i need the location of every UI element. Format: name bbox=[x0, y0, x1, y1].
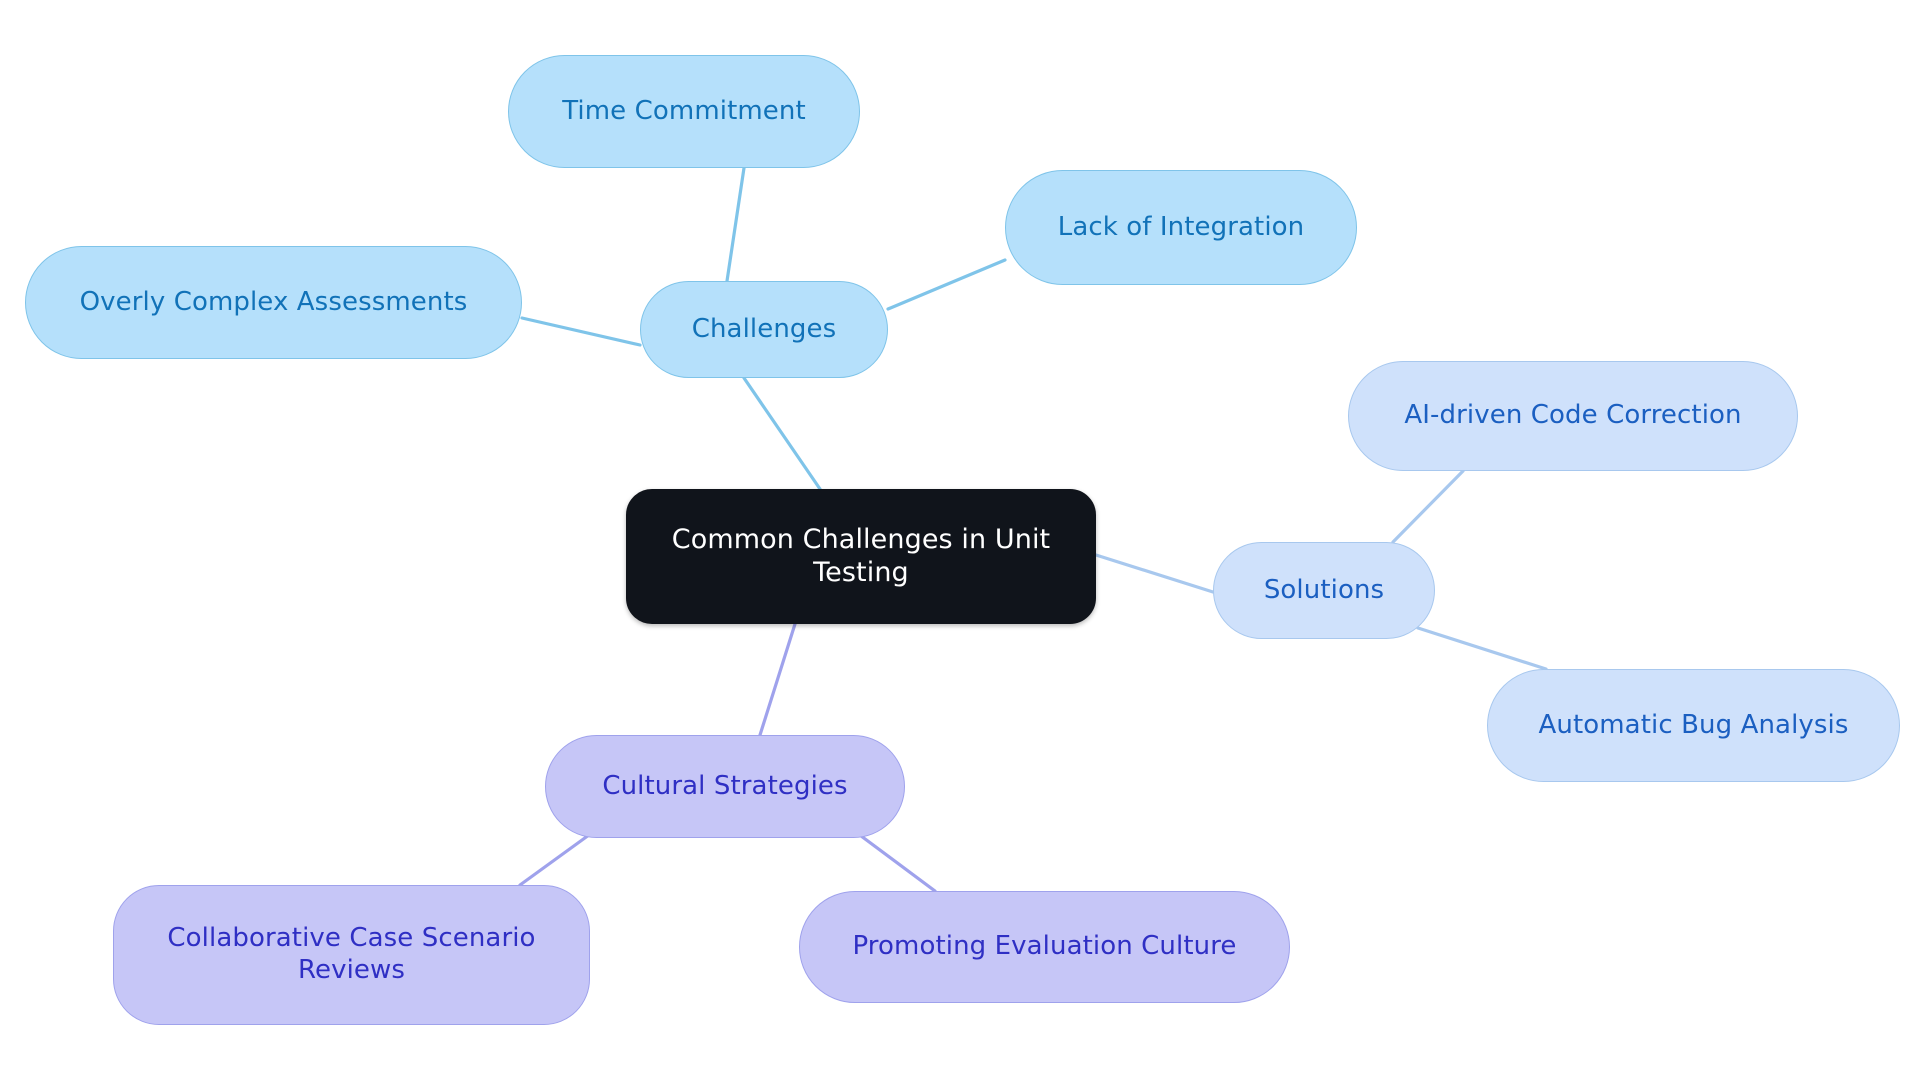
connector-challenges-time-commitment bbox=[725, 166, 746, 283]
node-ai-driven-code-correction[interactable]: AI-driven Code Correction bbox=[1348, 361, 1798, 471]
connector-challenges-lack-of-integration bbox=[886, 258, 1007, 311]
node-label: Promoting Evaluation Culture bbox=[852, 931, 1237, 962]
node-label: Lack of Integration bbox=[1057, 211, 1305, 242]
connector-root-challenges bbox=[742, 376, 822, 491]
node-promoting-evaluation-culture[interactable]: Promoting Evaluation Culture bbox=[799, 891, 1290, 1003]
node-label: Common Challenges in Unit Testing bbox=[671, 523, 1051, 588]
node-challenges[interactable]: Challenges bbox=[640, 281, 888, 378]
node-label: Automatic Bug Analysis bbox=[1538, 709, 1849, 740]
node-label: Solutions bbox=[1263, 574, 1385, 605]
connector-root-cultural-strategies bbox=[758, 622, 797, 737]
mindmap-canvas: Time Commitment Lack of Integration Over… bbox=[0, 0, 1920, 1083]
node-collaborative-case-scenario-reviews[interactable]: Collaborative Case Scenario Reviews bbox=[113, 885, 590, 1025]
node-overly-complex-assessments[interactable]: Overly Complex Assessments bbox=[25, 246, 522, 359]
connector-solutions-automatic-bug-analysis bbox=[1416, 626, 1548, 671]
node-label: Overly Complex Assessments bbox=[79, 286, 468, 317]
node-lack-of-integration[interactable]: Lack of Integration bbox=[1005, 170, 1357, 285]
node-solutions[interactable]: Solutions bbox=[1213, 542, 1435, 639]
node-automatic-bug-analysis[interactable]: Automatic Bug Analysis bbox=[1487, 669, 1900, 782]
node-root-common-challenges-in-unit-testing[interactable]: Common Challenges in Unit Testing bbox=[626, 489, 1096, 624]
node-label: Collaborative Case Scenario Reviews bbox=[167, 923, 536, 985]
node-cultural-strategies[interactable]: Cultural Strategies bbox=[545, 735, 905, 838]
connector-solutions-ai-driven-code-correction bbox=[1391, 469, 1465, 544]
node-label: AI-driven Code Correction bbox=[1404, 400, 1742, 431]
node-label: Cultural Strategies bbox=[602, 770, 848, 801]
node-label: Challenges bbox=[691, 313, 837, 344]
connector-root-solutions bbox=[1094, 553, 1215, 594]
node-time-commitment[interactable]: Time Commitment bbox=[508, 55, 860, 168]
node-label: Time Commitment bbox=[562, 95, 806, 126]
connector-challenges-overly-complex-assessments bbox=[520, 316, 642, 347]
